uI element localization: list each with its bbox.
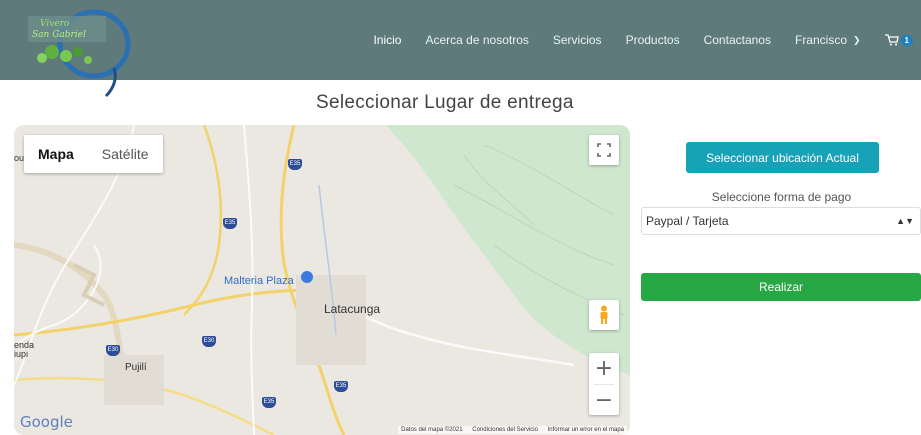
map-data-credit: Datos del mapa ©2021: [401, 427, 463, 433]
map-label-ou: ou: [14, 153, 25, 163]
cart-count-badge: 1: [900, 34, 913, 46]
navbar: Vivero San Gabriel Inicio Acerca de noso…: [0, 0, 921, 98]
nav-link-servicios[interactable]: Servicios: [553, 33, 602, 47]
user-name: Francisco: [794, 33, 847, 47]
map-terms-link[interactable]: Condiciones del Servicio: [472, 427, 538, 433]
nav-link-acerca[interactable]: Acerca de nosotros: [425, 33, 528, 47]
map-label-latacunga: Latacunga: [324, 302, 381, 316]
map-attribution: Datos del mapa ©2021 Condiciones del Ser…: [398, 426, 627, 434]
nav-link-contactanos[interactable]: Contactanos: [704, 33, 771, 47]
select-arrows-icon: ▲▼: [896, 216, 914, 226]
chevron-down-icon: ❯: [853, 34, 861, 45]
submit-order-button[interactable]: Realizar: [641, 273, 921, 301]
fullscreen-button[interactable]: [589, 135, 619, 165]
google-logo: Google: [20, 413, 73, 431]
pegman-icon: [600, 305, 608, 324]
user-menu[interactable]: Francisco ❯: [795, 33, 861, 47]
map-label-iupi: iupi: [14, 349, 29, 359]
select-current-location-button[interactable]: Seleccionar ubicación Actual: [686, 142, 879, 173]
cart-button[interactable]: 1: [884, 34, 913, 46]
svg-text:San Gabriel: San Gabriel: [32, 30, 86, 40]
nav-links: Inicio Acerca de nosotros Servicios Prod…: [373, 0, 921, 80]
highway-shield: E35: [334, 381, 348, 392]
street-view-button[interactable]: [589, 300, 619, 330]
zoom-out-button[interactable]: −: [589, 385, 619, 416]
highway-shield: E35: [223, 218, 237, 229]
map-type-map-button[interactable]: Mapa: [24, 135, 88, 173]
zoom-in-button[interactable]: +: [589, 353, 619, 384]
cart-icon: [884, 34, 899, 46]
highway-shield: E35: [288, 159, 302, 170]
map-label-pujili: Pujilí: [125, 362, 147, 373]
svg-text:Vivero: Vivero: [40, 19, 70, 29]
fullscreen-icon: [597, 143, 611, 157]
payment-label: Seleccione forma de pago: [711, 190, 852, 204]
map-pin-icon[interactable]: [301, 271, 313, 283]
map-view[interactable]: Mapa Satélite + − E35 E35 E30 E30 E35 E3…: [14, 125, 630, 435]
zoom-controls: + −: [589, 353, 619, 415]
highway-shield: E35: [262, 397, 276, 408]
nav-link-productos[interactable]: Productos: [626, 33, 680, 47]
page-title: Seleccionar Lugar de entrega: [316, 92, 574, 113]
map-type-satellite-button[interactable]: Satélite: [88, 135, 163, 173]
map-label-malteria: Malteria Plaza: [224, 275, 294, 287]
map-type-switch: Mapa Satélite: [24, 135, 163, 173]
highway-shield: E30: [106, 345, 120, 356]
map-report-link[interactable]: Informar un error en el mapa: [548, 427, 624, 433]
highway-shield: E30: [202, 336, 216, 347]
payment-selected-value: Paypal / Tarjeta: [646, 214, 729, 228]
nav-link-inicio[interactable]: Inicio: [373, 33, 401, 47]
payment-method-select[interactable]: Paypal / Tarjeta ▲▼: [641, 207, 921, 235]
brand-logo[interactable]: Vivero San Gabriel: [22, 6, 142, 98]
